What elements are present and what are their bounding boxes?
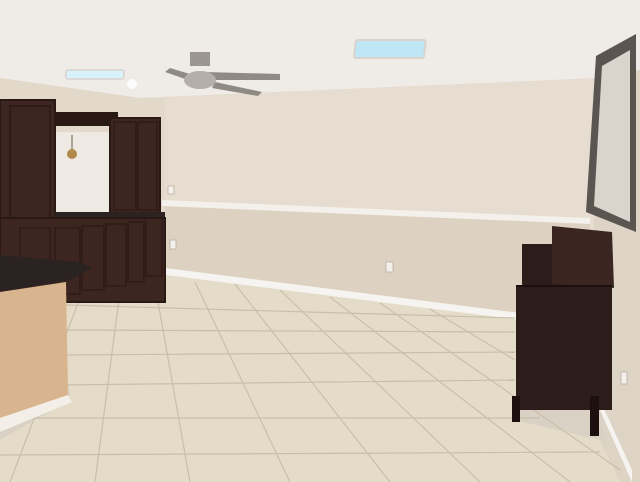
- skylight-right: [353, 39, 427, 59]
- wall-switch: [169, 239, 177, 250]
- right-wall-outlet: [620, 371, 628, 385]
- ceiling-light: [127, 79, 137, 89]
- pendant-lamp: [67, 149, 77, 159]
- skylight-left: [65, 69, 125, 80]
- dresser: [512, 226, 614, 436]
- room-photo: [0, 0, 640, 482]
- thermostat: [167, 185, 175, 195]
- wall-outlet: [385, 261, 394, 273]
